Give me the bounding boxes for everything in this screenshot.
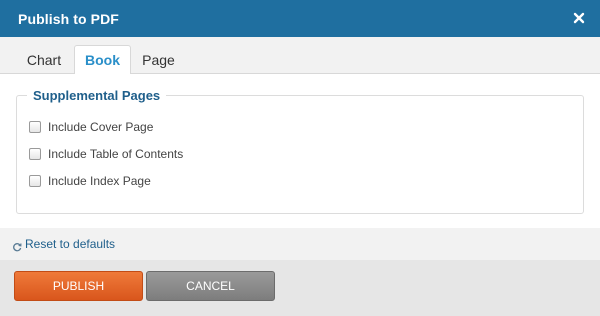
- close-icon[interactable]: [571, 10, 587, 26]
- dialog-title: Publish to PDF: [18, 10, 119, 27]
- include-cover-page-label: Include Cover Page: [48, 120, 154, 134]
- dialog-titlebar: Publish to PDF: [0, 0, 600, 37]
- tab-bar: Chart Book Page: [0, 37, 600, 75]
- tab-page[interactable]: Page: [131, 45, 186, 75]
- reset-to-defaults-label: Reset to defaults: [25, 237, 116, 251]
- include-index-page-checkbox[interactable]: [29, 175, 41, 187]
- include-index-page-label: Include Index Page: [48, 174, 151, 188]
- tab-book[interactable]: Book: [74, 45, 131, 75]
- include-index-page-option[interactable]: Include Index Page: [29, 173, 151, 189]
- refresh-icon: [12, 239, 22, 252]
- include-cover-page-option[interactable]: Include Cover Page: [29, 119, 153, 135]
- include-toc-checkbox[interactable]: [29, 148, 41, 160]
- cancel-button[interactable]: CANCEL: [146, 271, 275, 301]
- tab-content: Supplemental Pages Include Cover Page In…: [0, 74, 600, 228]
- supplemental-pages-group: Supplemental Pages Include Cover Page In…: [16, 88, 584, 214]
- publish-button[interactable]: PUBLISH: [14, 271, 143, 301]
- reset-to-defaults-link[interactable]: Reset to defaults: [12, 237, 116, 252]
- tab-chart[interactable]: Chart: [14, 45, 74, 75]
- include-toc-option[interactable]: Include Table of Contents: [29, 146, 183, 162]
- include-cover-page-checkbox[interactable]: [29, 121, 41, 133]
- supplemental-pages-legend: Supplemental Pages: [27, 88, 167, 103]
- reset-row: Reset to defaults: [0, 228, 600, 260]
- include-toc-label: Include Table of Contents: [48, 147, 184, 161]
- dialog-footer: PUBLISH CANCEL: [0, 260, 600, 316]
